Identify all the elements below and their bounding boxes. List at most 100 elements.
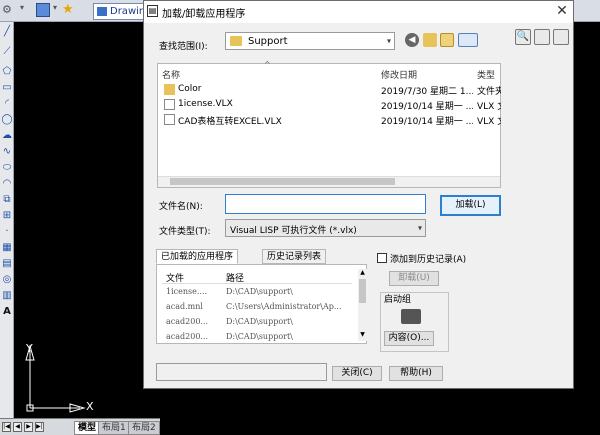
sort-up-icon: ^	[264, 60, 271, 69]
file-type: VLX 文件	[477, 117, 501, 127]
cloud-icon[interactable]: ☁	[1, 130, 13, 142]
app-window-icon: ▤	[147, 5, 158, 17]
loaded-apps-table: 文件 路径 1icense.... D:\CAD\support\ acad.m…	[162, 269, 367, 341]
file-date: 2019/10/14 星期一 ...	[381, 117, 473, 127]
app-row[interactable]: 1icense.... D:\CAD\support\	[162, 285, 359, 300]
header-divider	[162, 283, 352, 284]
tools-icon[interactable]	[553, 29, 569, 45]
column-type[interactable]: 类型	[477, 68, 495, 81]
file-icon	[164, 114, 175, 125]
scroll-down-icon[interactable]: ▼	[358, 331, 367, 338]
file-icon	[164, 99, 175, 110]
file-row[interactable]: CAD表格互转EXCEL.VLX 2019/10/14 星期一 ... VLX …	[158, 113, 501, 128]
back-icon[interactable]: ◀	[405, 33, 419, 47]
app-file: acad200...	[166, 332, 209, 341]
lookin-combo[interactable]: Support ▾	[225, 32, 395, 50]
scrollbar-thumb[interactable]	[359, 279, 366, 303]
scrollbar-thumb[interactable]	[170, 178, 395, 185]
contents-button[interactable]: 内容(O)...	[384, 331, 434, 346]
app-file: acad.mnl	[166, 302, 203, 311]
chevron-down-icon: ▾	[386, 36, 391, 46]
app-path: C:\Users\Administrator\Ap...	[226, 302, 342, 311]
app-file: 1icense....	[166, 287, 208, 296]
polyline-icon[interactable]: ⟋	[1, 46, 13, 58]
filename-label: 文件名(N):	[159, 202, 203, 212]
filetype-value: Visual LISP 可执行文件 (*.vlx)	[230, 226, 357, 236]
first-tab-icon[interactable]: |◀	[2, 422, 11, 432]
unload-button[interactable]: 卸载(U)	[389, 271, 439, 286]
load-button[interactable]: 加载(L)	[440, 195, 501, 216]
ucs-y-label: Y	[26, 342, 33, 355]
spline-icon[interactable]: ∿	[1, 146, 13, 158]
views-menu-icon[interactable]	[458, 33, 478, 47]
drawing-file-icon	[97, 7, 107, 16]
make-block-icon[interactable]: ⊞	[1, 210, 13, 222]
text-icon[interactable]: A	[1, 306, 13, 318]
file-row[interactable]: 1icense.VLX 2019/10/14 星期一 ... VLX 文件	[158, 98, 501, 113]
insert-block-icon[interactable]: ⧉	[1, 194, 13, 206]
status-field	[156, 363, 327, 381]
chevron-down-icon: ▾	[417, 223, 422, 233]
dropdown-arrow-icon[interactable]: ▾	[20, 3, 34, 17]
file-row[interactable]: Color 2019/7/30 星期二 1... 文件夹	[158, 83, 501, 98]
scroll-up-icon[interactable]: ▲	[358, 269, 367, 276]
app-path: D:\CAD\support\	[226, 317, 293, 326]
search-icon[interactable]: 🔍	[515, 29, 531, 45]
folder-icon	[164, 84, 175, 95]
tab-layout1[interactable]: 布局1	[98, 421, 130, 435]
workspace-icon[interactable]	[36, 3, 50, 17]
up-folder-icon[interactable]	[423, 33, 437, 47]
app-row[interactable]: acad200... D:\CAD\support\	[162, 330, 359, 341]
tab-model[interactable]: 模型	[74, 421, 101, 435]
line-icon[interactable]: ╱	[1, 26, 13, 38]
last-tab-icon[interactable]: ▶|	[35, 422, 44, 432]
close-icon[interactable]: ✕	[553, 2, 571, 20]
filename-input[interactable]	[225, 194, 426, 214]
tab-loaded-apps[interactable]: 已加载的应用程序	[156, 249, 239, 264]
hatch-icon[interactable]: ▦	[1, 242, 13, 254]
help-button[interactable]: 帮助(H)	[389, 366, 443, 381]
ellipse-icon[interactable]: ⬭	[1, 162, 13, 174]
column-name[interactable]: 名称	[162, 68, 180, 81]
app-row[interactable]: acad200... D:\CAD\support\	[162, 315, 359, 330]
polygon-icon[interactable]: ⬠	[1, 66, 13, 78]
file-name: Color	[178, 84, 202, 94]
prev-tab-icon[interactable]: ◀	[13, 422, 22, 432]
draw-toolbar: ╱ ⟋ ⬠ ▭ ◜ ◯ ☁ ∿ ⬭ ◠ ⧉ ⊞ · ▦ ▤ ◎ ▥ A	[0, 22, 14, 418]
ucs-x-label: X	[86, 400, 94, 413]
close-button[interactable]: 关闭(C)	[332, 366, 382, 381]
column-date[interactable]: 修改日期	[381, 68, 417, 81]
lookin-label: 查找范围(I):	[159, 42, 208, 52]
rectangle-icon[interactable]: ▭	[1, 82, 13, 94]
ellipse-arc-icon[interactable]: ◠	[1, 178, 13, 190]
dialog-title-bar: ▤ 加载/卸载应用程序 ✕	[144, 1, 573, 23]
app-row[interactable]: acad.mnl C:\Users\Administrator\Ap...	[162, 300, 359, 315]
load-unload-applications-dialog: ▤ 加载/卸载应用程序 ✕ 查找范围(I): Support ▾ ◀ 🔍 名称 …	[143, 0, 574, 389]
add-history-label: 添加到历史记录(A)	[390, 255, 467, 265]
startup-group: 内容(O)...	[380, 292, 449, 352]
new-folder-icon[interactable]	[440, 33, 454, 47]
app-path: D:\CAD\support\	[226, 332, 293, 341]
star-icon[interactable]: ★	[62, 3, 76, 17]
file-name: 1icense.VLX	[178, 99, 233, 109]
circle-icon[interactable]: ◯	[1, 114, 13, 126]
next-tab-icon[interactable]: ▶	[24, 422, 33, 432]
filetype-combo[interactable]: Visual LISP 可执行文件 (*.vlx) ▾	[225, 219, 426, 237]
tab-layout2[interactable]: 布局2	[128, 421, 160, 435]
gradient-icon[interactable]: ▤	[1, 258, 13, 270]
region-icon[interactable]: ◎	[1, 274, 13, 286]
file-type: 文件夹	[477, 87, 501, 97]
layout-tabs-bar: |◀ ◀ ▶ ▶| 模型 布局1 布局2	[0, 418, 160, 435]
point-icon[interactable]: ·	[1, 226, 13, 238]
vertical-scrollbar[interactable]: ▲ ▼	[358, 269, 367, 341]
arc-icon[interactable]: ◜	[1, 98, 13, 110]
web-icon[interactable]	[534, 29, 550, 45]
dialog-title: 加载/卸载应用程序	[162, 9, 246, 20]
file-type: VLX 文件	[477, 102, 501, 112]
filetype-label: 文件类型(T):	[159, 227, 211, 237]
settings-icon[interactable]: ⚙	[2, 3, 16, 17]
table-icon[interactable]: ▥	[1, 290, 13, 302]
add-history-checkbox[interactable]	[377, 253, 387, 263]
tab-history-list[interactable]: 历史记录列表	[262, 249, 327, 264]
file-date: 2019/7/30 星期二 1...	[381, 87, 473, 97]
